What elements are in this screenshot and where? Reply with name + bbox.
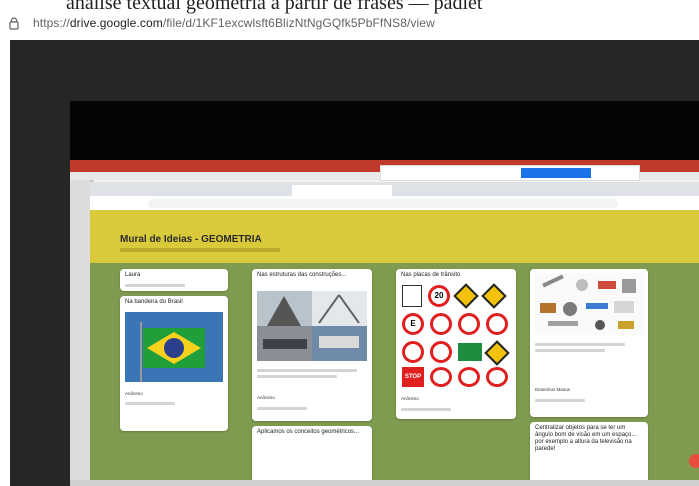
browser-omnibox[interactable] [148, 199, 618, 208]
post-title: Nas placas de trânsito [401, 272, 461, 278]
post-title: Aplicamos os conceitos geométricos... [257, 429, 360, 435]
warning-sign-icon [453, 283, 479, 309]
post-author: Anônimo [401, 396, 419, 401]
browser-toolbar [90, 196, 699, 210]
lock-icon [9, 17, 19, 30]
building-icon [257, 291, 367, 361]
post-card[interactable]: Laura [120, 269, 228, 291]
post-placeholder-line [401, 408, 451, 411]
tools-icon [534, 273, 644, 335]
office-sidebar [70, 180, 90, 486]
prohibition-sign-icon [486, 313, 508, 335]
post-author: Anônimo [257, 395, 275, 400]
post-placeholder-line [125, 284, 185, 287]
no-bicycle-sign-icon [430, 341, 452, 363]
prohibition-sign-icon [458, 313, 480, 335]
direction-sign-icon [458, 343, 482, 361]
post-placeholder-line [257, 369, 357, 372]
recorded-screen: 23 24 25 26 Mural de Ideias - GEOMETRIA [70, 160, 699, 486]
address-bar[interactable]: https://drive.google.com/file/d/1KF1excw… [0, 10, 699, 36]
post-author: Anônimo [125, 391, 143, 396]
no-turn-sign-icon [402, 341, 424, 363]
traffic-light-sign-icon [484, 340, 510, 366]
browser-tabbar [90, 182, 699, 196]
screen: analise textual geometria a partir de fr… [0, 0, 699, 486]
padlet-header: Mural de Ideias - GEOMETRIA [90, 210, 699, 263]
regulatory-sign-icon [458, 367, 480, 387]
padlet-board: Mural de Ideias - GEOMETRIA Laura Na ban… [90, 210, 699, 486]
browser-tab[interactable] [96, 185, 196, 196]
post-card[interactable]: Desenhos Manus [530, 269, 648, 417]
post-card[interactable]: Aplicamos os conceitos geométricos... [252, 426, 372, 486]
post-card[interactable]: Centralizar objetos para se ter um ângul… [530, 422, 648, 486]
url-scheme: https:// [33, 16, 70, 30]
padlet-description [120, 248, 280, 252]
padlet-title: Mural de Ideias - GEOMETRIA [120, 234, 262, 245]
traffic-sign-icon: 20 E STOP [400, 283, 512, 387]
add-post-button[interactable] [689, 454, 699, 468]
post-title: Nas estruturas das construções... [257, 272, 347, 278]
parking-sign-icon [402, 285, 422, 307]
post-placeholder-line [535, 349, 605, 352]
post-placeholder-line [257, 407, 307, 410]
screen-share-banner [380, 165, 640, 181]
browser-tab[interactable] [198, 185, 290, 196]
prohibition-sign-icon [430, 313, 452, 335]
post-placeholder-line [535, 343, 625, 346]
browser-window: Mural de Ideias - GEOMETRIA Laura Na ban… [90, 182, 699, 486]
post-placeholder-line [535, 399, 585, 402]
post-card[interactable]: Na bandeira do Brasil Anônimo [120, 296, 228, 431]
post-author: Desenhos Manus [535, 387, 571, 392]
post-title: Na bandeira do Brasil [125, 299, 183, 305]
post-title: Centralizar objetos para se ter um ângul… [535, 425, 637, 452]
stop-sign: STOP [402, 367, 424, 387]
post-placeholder-line [257, 375, 337, 378]
flag-icon [125, 312, 223, 382]
post-card[interactable]: Nas estruturas das construções... Anônim… [252, 269, 372, 421]
regulatory-sign-icon [486, 367, 508, 387]
regulatory-sign-icon [430, 367, 452, 387]
post-placeholder-line [125, 402, 175, 405]
video-bottom-bar [70, 480, 699, 486]
post-title: Laura [125, 272, 141, 278]
url-path: /file/d/1KF1excwlsft6BlizNtNgGQfk5PbFfNS… [162, 16, 435, 30]
stop-sharing-button[interactable] [521, 168, 591, 178]
url-text[interactable]: https://drive.google.com/file/d/1KF1excw… [33, 16, 435, 30]
browser-tab-active[interactable] [292, 185, 392, 196]
post-card[interactable]: Nas placas de trânsito 20 E STOP Anônimo [396, 269, 516, 419]
url-host: drive.google.com [69, 16, 163, 30]
no-parking-sign: E [402, 313, 424, 335]
warning-sign-icon [481, 283, 507, 309]
speed-limit-sign: 20 [428, 285, 450, 307]
